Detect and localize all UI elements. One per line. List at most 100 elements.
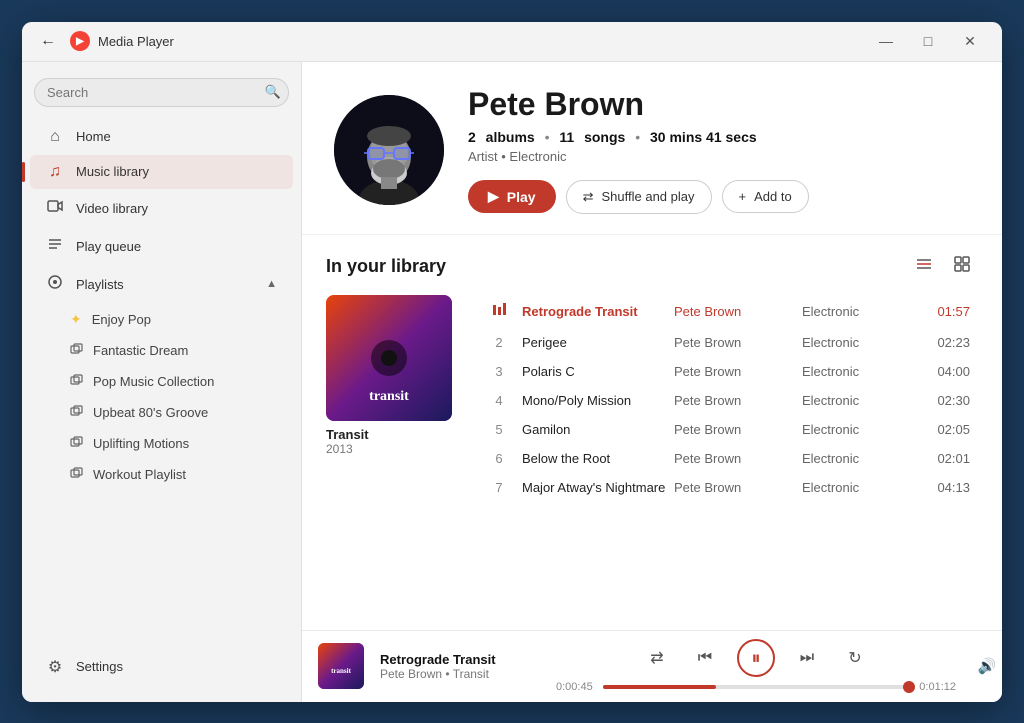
sidebar-item-label: Video library xyxy=(76,201,148,216)
content-area: 🔍 ⌂ Home ♫ Music library xyxy=(22,62,1002,702)
settings-item[interactable]: ⚙ Settings xyxy=(30,649,293,685)
repeat-button[interactable]: ↻ xyxy=(839,642,871,674)
song-artist: Pete Brown xyxy=(674,422,794,437)
play-button[interactable]: ▶ Play xyxy=(468,180,556,213)
song-row[interactable]: 3 Polaris C Pete Brown Electronic 04:00 xyxy=(476,357,978,386)
song-row[interactable]: 5 Gamilon Pete Brown Electronic 02:05 xyxy=(476,415,978,444)
song-artist: Pete Brown xyxy=(674,364,794,379)
search-input[interactable] xyxy=(34,78,289,107)
now-playing-thumbnail: transit xyxy=(318,643,364,689)
artist-meta: 2 albums • 11 songs • 30 mins 41 secs xyxy=(468,129,970,145)
now-playing-right-controls: 🔊 ⛶ xyxy=(972,651,1002,681)
playlist-label: Upbeat 80's Groove xyxy=(93,405,208,420)
progress-row: 0:00:45 0:01:12 xyxy=(556,681,956,693)
titlebar: ← ▶ Media Player — □ ✕ xyxy=(22,22,1002,62)
duration: 30 mins 41 secs xyxy=(650,129,757,145)
song-duration: 04:00 xyxy=(910,364,970,379)
now-playing-controls: ⇄ ⏮ ⏸ ⏭ ↻ xyxy=(556,639,956,693)
song-name: Perigee xyxy=(522,335,666,350)
song-genre: Electronic xyxy=(802,364,902,379)
shuffle-button[interactable]: ⇄ Shuffle and play xyxy=(566,180,712,214)
song-name: Gamilon xyxy=(522,422,666,437)
playlist-icon: ✦ xyxy=(70,311,82,328)
sidebar-item-play-queue[interactable]: Play queue xyxy=(30,228,293,265)
song-genre: Electronic xyxy=(802,304,902,319)
song-row[interactable]: 2 Perigee Pete Brown Electronic 02:23 xyxy=(476,328,978,357)
playlists-header[interactable]: Playlists ▲ xyxy=(30,266,293,303)
playback-buttons: ⇄ ⏮ ⏸ ⏭ ↻ xyxy=(641,639,871,677)
settings-label: Settings xyxy=(76,659,123,674)
song-number: 4 xyxy=(484,393,514,408)
now-playing-artist: Pete Brown • Transit xyxy=(380,667,540,681)
song-name: Below the Root xyxy=(522,451,666,466)
song-row[interactable]: 6 Below the Root Pete Brown Electronic 0… xyxy=(476,444,978,473)
music-icon: ♫ xyxy=(46,163,64,181)
chevron-up-icon: ▲ xyxy=(266,278,277,290)
shuffle-icon: ⇄ xyxy=(583,189,594,205)
add-icon: + xyxy=(739,189,747,204)
sidebar-item-pop-music-collection[interactable]: Pop Music Collection xyxy=(30,367,293,397)
grid-view-button[interactable] xyxy=(946,251,978,283)
app-window: ← ▶ Media Player — □ ✕ 🔍 ⌂ Home xyxy=(22,22,1002,702)
total-time: 0:01:12 xyxy=(919,681,956,693)
previous-icon: ⏮ xyxy=(698,649,712,667)
song-artist: Pete Brown xyxy=(674,393,794,408)
sidebar-item-enjoy-pop[interactable]: ✦ Enjoy Pop xyxy=(30,304,293,335)
sidebar-item-video-library[interactable]: Video library xyxy=(30,190,293,227)
song-genre: Electronic xyxy=(802,451,902,466)
song-genre: Electronic xyxy=(802,335,902,350)
maximize-button[interactable]: □ xyxy=(908,26,948,56)
svg-text:transit: transit xyxy=(331,667,352,675)
album-year: 2013 xyxy=(326,442,452,456)
volume-icon: 🔊 xyxy=(978,657,997,675)
sidebar-item-label: Home xyxy=(76,129,111,144)
search-icon-button[interactable]: 🔍 xyxy=(265,84,281,100)
volume-button[interactable]: 🔊 xyxy=(972,651,1002,681)
artist-info: Pete Brown 2 albums • 11 songs • 30 mins… xyxy=(468,86,970,214)
album-thumbnail: transit xyxy=(326,295,452,421)
next-button[interactable]: ⏭ xyxy=(791,642,823,674)
grid-view-icon xyxy=(953,255,971,278)
song-name: Major Atway's Nightmare xyxy=(522,480,666,495)
song-artist: Pete Brown xyxy=(674,304,794,319)
song-row[interactable]: Retrograde Transit Pete Brown Electronic… xyxy=(476,295,978,328)
album-card-transit[interactable]: transit Transit 2013 xyxy=(326,295,452,456)
close-button[interactable]: ✕ xyxy=(950,26,990,56)
song-number: 7 xyxy=(484,480,514,495)
artist-actions: ▶ Play ⇄ Shuffle and play + Add to xyxy=(468,180,970,214)
svg-text:transit: transit xyxy=(369,389,409,404)
list-view-button[interactable] xyxy=(908,251,940,283)
sidebar-item-home[interactable]: ⌂ Home xyxy=(30,120,293,154)
sidebar-item-label: Music library xyxy=(76,164,149,179)
sidebar-item-fantastic-dream[interactable]: Fantastic Dream xyxy=(30,336,293,366)
search-icon: 🔍 xyxy=(265,84,281,99)
view-controls xyxy=(908,251,978,283)
now-playing-title: Retrograde Transit xyxy=(380,652,540,667)
songs-list: Retrograde Transit Pete Brown Electronic… xyxy=(476,295,978,502)
add-to-button[interactable]: + Add to xyxy=(722,180,809,213)
play-pause-button[interactable]: ⏸ xyxy=(737,639,775,677)
library-section: In your library xyxy=(302,235,1002,630)
play-triangle-icon: ▶ xyxy=(488,188,499,205)
song-row[interactable]: 7 Major Atway's Nightmare Pete Brown Ele… xyxy=(476,473,978,502)
song-row[interactable]: 4 Mono/Poly Mission Pete Brown Electroni… xyxy=(476,386,978,415)
song-duration: 02:01 xyxy=(910,451,970,466)
sidebar-item-upbeat-80s[interactable]: Upbeat 80's Groove xyxy=(30,398,293,428)
previous-button[interactable]: ⏮ xyxy=(689,642,721,674)
queue-icon xyxy=(46,236,64,257)
minimize-button[interactable]: — xyxy=(866,26,906,56)
song-artist: Pete Brown xyxy=(674,480,794,495)
shuffle-playback-button[interactable]: ⇄ xyxy=(641,642,673,674)
progress-bar[interactable] xyxy=(603,685,910,689)
song-genre: Electronic xyxy=(802,422,902,437)
repeat-icon: ↻ xyxy=(848,648,861,668)
sidebar-item-music-library[interactable]: ♫ Music library xyxy=(30,155,293,189)
now-playing-info: Retrograde Transit Pete Brown • Transit xyxy=(380,652,540,681)
progress-fill xyxy=(603,685,716,689)
sidebar-item-uplifting-motions[interactable]: Uplifting Motions xyxy=(30,429,293,459)
playlist-icon xyxy=(70,343,83,359)
sidebar-item-workout-playlist[interactable]: Workout Playlist xyxy=(30,460,293,490)
window-controls: — □ ✕ xyxy=(866,26,990,56)
back-button[interactable]: ← xyxy=(34,27,62,55)
artist-header: Pete Brown 2 albums • 11 songs • 30 mins… xyxy=(302,62,1002,235)
